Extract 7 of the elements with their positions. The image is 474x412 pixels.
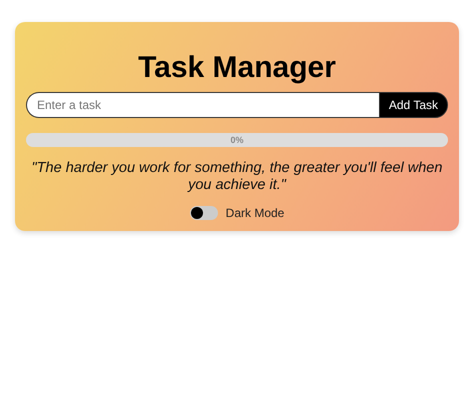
dark-mode-toggle[interactable]: [190, 206, 218, 220]
app-title: Task Manager: [137, 50, 337, 86]
add-task-button[interactable]: Add Task: [378, 92, 448, 118]
quote-text: "The harder you work for something, the greater you'll feel when you achieve it.": [30, 160, 444, 194]
dark-mode-label: Dark Mode: [226, 205, 284, 222]
task-input-field[interactable]: Enter a task: [26, 92, 379, 118]
progress-label: 0%: [229, 134, 244, 147]
